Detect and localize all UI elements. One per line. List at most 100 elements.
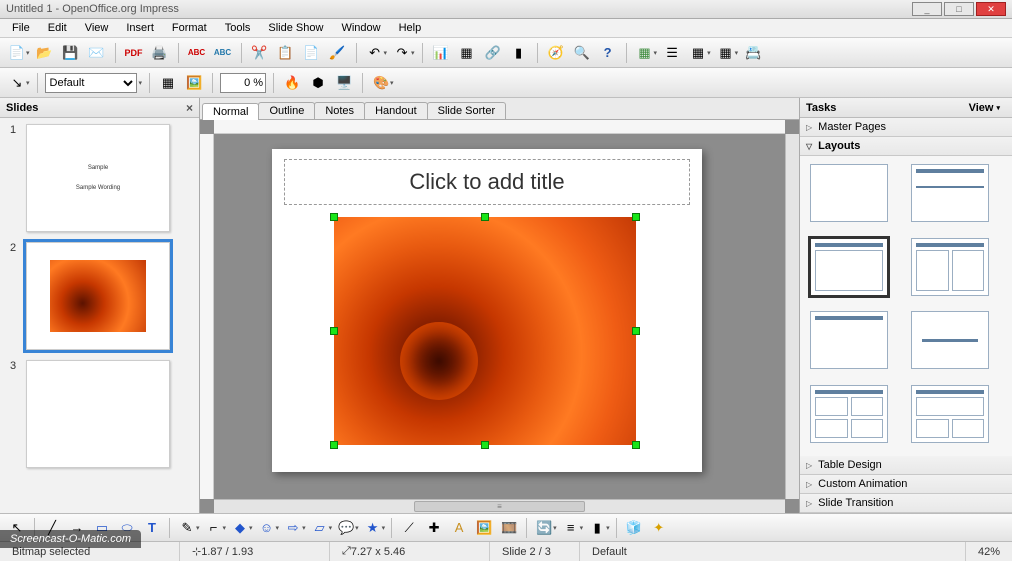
horizontal-scrollbar[interactable]: ≡ (214, 499, 785, 513)
resize-handle-w[interactable] (330, 327, 338, 335)
slide-thumbnail-1[interactable]: Sample Sample Wording (26, 124, 170, 232)
slideshow-play-icon[interactable]: ▮ (508, 42, 530, 64)
align-icon[interactable]: ≡ (560, 517, 582, 539)
slide-thumbnail-3[interactable] (26, 360, 170, 468)
media-icon[interactable]: ⬢ (307, 72, 329, 94)
layout-2x2[interactable] (810, 385, 888, 443)
gallery-icon[interactable]: ▦ (634, 42, 656, 64)
glue-points-icon[interactable]: ✚ (423, 517, 445, 539)
title-placeholder[interactable]: Click to add title (284, 159, 690, 205)
style-select[interactable]: Default (45, 73, 137, 93)
navigator-icon[interactable]: 🧭 (545, 42, 567, 64)
window-maximize-button[interactable]: □ (944, 2, 974, 16)
interaction-icon[interactable]: ✦ (648, 517, 670, 539)
section-master-pages[interactable]: ▷Master Pages (800, 118, 1012, 137)
zoom-icon[interactable]: 🔍 (571, 42, 593, 64)
flowchart-icon[interactable]: ▱ (309, 517, 331, 539)
menu-format[interactable]: Format (164, 20, 215, 36)
undo-icon[interactable]: ↶ (364, 42, 386, 64)
open-icon[interactable]: 📂 (34, 42, 56, 64)
fontwork-icon[interactable]: A (448, 517, 470, 539)
section-layouts[interactable]: ▽Layouts (800, 137, 1012, 156)
curve-tool-icon[interactable]: ✎ (176, 517, 198, 539)
status-zoom[interactable]: 42% (966, 542, 1012, 561)
layout-centered[interactable] (911, 311, 989, 369)
resize-handle-ne[interactable] (632, 213, 640, 221)
arrange-icon[interactable]: ▮ (586, 517, 608, 539)
text-tool-icon[interactable]: T (141, 517, 163, 539)
new-icon[interactable]: 📄 (6, 42, 28, 64)
window-close-button[interactable]: ✕ (976, 2, 1006, 16)
screen-icon[interactable]: 🖥️ (333, 72, 355, 94)
zoom-field[interactable] (220, 73, 266, 93)
slides-list[interactable]: 1 Sample Sample Wording 2 3 (0, 118, 199, 513)
layout-title-content[interactable] (810, 238, 888, 296)
presentation-icon[interactable]: 📇 (742, 42, 764, 64)
tab-handout[interactable]: Handout (364, 102, 428, 119)
points-edit-icon[interactable]: ⟋ (398, 517, 420, 539)
email-icon[interactable]: ✉️ (86, 42, 108, 64)
connector-tool-icon[interactable]: ⌐ (203, 517, 225, 539)
resize-handle-nw[interactable] (330, 213, 338, 221)
basic-shapes-icon[interactable]: ◆ (229, 517, 251, 539)
section-table-design[interactable]: ▷Table Design (800, 456, 1012, 475)
slides-close-icon[interactable]: × (186, 101, 193, 115)
cut-icon[interactable]: ✂️ (249, 42, 271, 64)
slide-thumbnail-2[interactable] (26, 242, 170, 350)
layout-blank[interactable] (810, 164, 888, 222)
pdf-icon[interactable]: PDF (123, 42, 145, 64)
menu-window[interactable]: Window (333, 20, 388, 36)
block-arrows-icon[interactable]: ⇨ (282, 517, 304, 539)
menu-file[interactable]: File (4, 20, 38, 36)
chart-icon[interactable]: 📊 (430, 42, 452, 64)
layout-title-only[interactable] (810, 311, 888, 369)
tasks-view-menu[interactable]: View▾ (963, 102, 1006, 114)
slide-page[interactable]: Click to add title (272, 149, 702, 472)
tab-outline[interactable]: Outline (258, 102, 315, 119)
menu-view[interactable]: View (77, 20, 117, 36)
resize-handle-n[interactable] (481, 213, 489, 221)
flame-icon[interactable]: 🔥 (281, 72, 303, 94)
tab-notes[interactable]: Notes (314, 102, 365, 119)
color-icon[interactable]: 🎨 (370, 72, 392, 94)
callouts-icon[interactable]: 💬 (335, 517, 357, 539)
from-file-icon[interactable]: 🖼️ (473, 517, 495, 539)
menu-help[interactable]: Help (391, 20, 430, 36)
resize-handle-s[interactable] (481, 441, 489, 449)
tab-normal[interactable]: Normal (202, 103, 259, 120)
redo-icon[interactable]: ↷ (391, 42, 413, 64)
slide-canvas[interactable]: Click to add title ≡ (200, 120, 799, 513)
vertical-scrollbar[interactable] (785, 134, 799, 499)
extrusion-icon[interactable]: 🧊 (623, 517, 645, 539)
tab-slidesorter[interactable]: Slide Sorter (427, 102, 506, 119)
rotate-icon[interactable]: 🔄 (533, 517, 555, 539)
page-gallery-icon[interactable]: 🖼️ (183, 72, 205, 94)
resize-handle-sw[interactable] (330, 441, 338, 449)
table-icon[interactable]: ▦ (456, 42, 478, 64)
paste-icon[interactable]: 📄 (301, 42, 323, 64)
menu-edit[interactable]: Edit (40, 20, 75, 36)
symbol-shapes-icon[interactable]: ☺ (256, 517, 278, 539)
inserted-image[interactable] (334, 217, 636, 445)
grid-icon[interactable]: ▦ (687, 42, 709, 64)
resize-handle-e[interactable] (632, 327, 640, 335)
layout-title[interactable] (911, 164, 989, 222)
datasource-icon[interactable]: ☰ (661, 42, 683, 64)
menu-slideshow[interactable]: Slide Show (260, 20, 331, 36)
autospell-icon[interactable]: ABC (212, 42, 234, 64)
menu-insert[interactable]: Insert (118, 20, 162, 36)
spellcheck-icon[interactable]: ABC (186, 42, 208, 64)
section-slide-transition[interactable]: ▷Slide Transition (800, 494, 1012, 513)
copy-icon[interactable]: 📋 (275, 42, 297, 64)
format-paintbrush-icon[interactable]: 🖌️ (327, 42, 349, 64)
media-insert-icon[interactable]: 🎞️ (498, 517, 520, 539)
styles-icon[interactable]: ▦ (157, 72, 179, 94)
snap-icon[interactable]: ▦ (715, 42, 737, 64)
layout-1-over-2[interactable] (911, 385, 989, 443)
layout-two-content[interactable] (911, 238, 989, 296)
menu-tools[interactable]: Tools (217, 20, 259, 36)
arrow-tool-icon[interactable]: ↘ (6, 72, 28, 94)
resize-handle-se[interactable] (632, 441, 640, 449)
window-minimize-button[interactable]: _ (912, 2, 942, 16)
hyperlink-icon[interactable]: 🔗 (482, 42, 504, 64)
